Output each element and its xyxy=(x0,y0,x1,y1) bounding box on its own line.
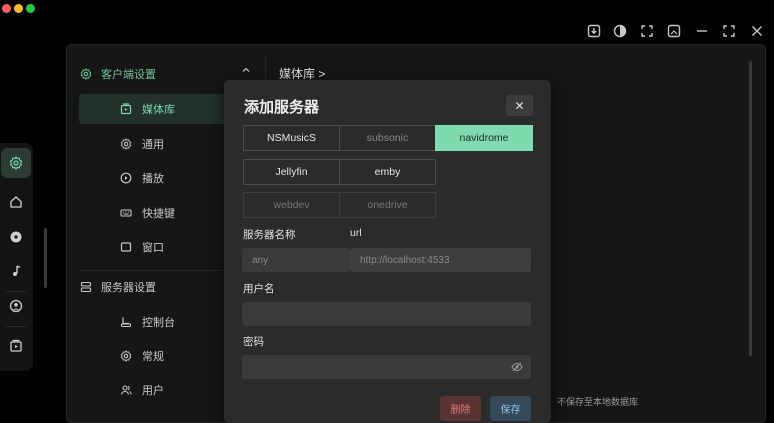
gear-icon xyxy=(79,67,93,81)
close-icon[interactable] xyxy=(748,24,766,42)
window-minimize-dot[interactable] xyxy=(14,4,23,13)
gear-icon xyxy=(119,138,132,151)
nav-item-label: 常规 xyxy=(142,351,164,363)
picture-icon[interactable] xyxy=(665,24,683,42)
maximize-icon[interactable] xyxy=(720,24,738,42)
server-name-placeholder: any xyxy=(252,254,269,266)
url-label: url xyxy=(350,227,362,239)
chevron-up-icon[interactable] xyxy=(241,65,251,78)
rail-disc[interactable] xyxy=(1,222,31,252)
server-type-subsonic[interactable]: subsonic xyxy=(339,125,436,151)
hint-text: 不保存至本地数据库 xyxy=(557,397,639,407)
music-note-icon xyxy=(13,265,21,276)
nav-item-label: 控制台 xyxy=(142,317,175,329)
add-server-dialog: 添加服务器 ✕ NSMusicS subsonic navidrome Jell… xyxy=(224,80,551,423)
console-icon xyxy=(119,316,132,329)
nav-group-client[interactable]: 客户端设置 xyxy=(79,60,156,88)
server-type-jellyfin[interactable]: Jellyfin xyxy=(243,159,340,185)
close-icon: ✕ xyxy=(514,98,525,113)
password-input[interactable] xyxy=(242,355,531,379)
nav-group-label: 客户端设置 xyxy=(101,69,156,81)
nav-item-label: 快捷键 xyxy=(142,208,175,220)
rail-scrollbar[interactable] xyxy=(44,228,47,288)
download-icon[interactable] xyxy=(585,24,603,42)
server-name-label: 服务器名称 xyxy=(243,229,296,241)
server-type-navidrome[interactable]: navidrome xyxy=(435,125,533,151)
password-label: 密码 xyxy=(243,336,264,348)
url-placeholder: http://localhost:4533 xyxy=(360,254,450,266)
eye-icon[interactable] xyxy=(511,361,523,373)
server-name-input[interactable]: any xyxy=(242,248,350,272)
window-close-dot[interactable] xyxy=(2,4,11,13)
server-type-onedrive[interactable]: onedrive xyxy=(339,192,436,218)
server-type-webdev[interactable]: webdev xyxy=(243,192,340,218)
rail-divider xyxy=(6,326,26,327)
window-zoom-dot[interactable] xyxy=(26,4,35,13)
nav-item-label: 播放 xyxy=(142,173,164,185)
nav-item-label: 窗口 xyxy=(142,242,164,254)
rail-home[interactable] xyxy=(1,187,31,217)
playlist-icon xyxy=(10,339,22,352)
nav-item-label: 媒体库 xyxy=(142,104,175,116)
window-icon xyxy=(119,241,132,254)
username-input[interactable] xyxy=(242,302,531,326)
left-rail xyxy=(0,143,33,371)
rail-settings[interactable] xyxy=(1,148,31,178)
fullscreen-icon[interactable] xyxy=(638,24,656,42)
dialog-close-button[interactable]: ✕ xyxy=(506,95,533,116)
users-icon xyxy=(119,384,132,397)
nav-item-label: 用户 xyxy=(142,385,164,397)
disc-icon xyxy=(10,231,22,243)
gear-icon xyxy=(9,156,23,170)
keyboard-icon xyxy=(119,207,132,220)
panel-scrollbar[interactable] xyxy=(749,61,752,356)
minimize-icon[interactable] xyxy=(693,24,711,42)
rail-playlist[interactable] xyxy=(1,331,31,361)
contrast-icon[interactable] xyxy=(611,24,629,42)
nav-group-server[interactable]: 服务器设置 xyxy=(79,273,156,301)
save-button[interactable]: 保存 xyxy=(490,396,531,421)
dialog-title: 添加服务器 xyxy=(244,99,320,116)
url-input[interactable]: http://localhost:4533 xyxy=(350,248,531,272)
library-icon xyxy=(119,103,132,116)
home-icon xyxy=(10,196,22,208)
rail-profile[interactable] xyxy=(1,291,31,321)
server-icon xyxy=(79,280,93,294)
server-type-emby[interactable]: emby xyxy=(339,159,436,185)
nav-group-label: 服务器设置 xyxy=(101,282,156,294)
gear-icon xyxy=(119,350,132,363)
delete-button[interactable]: 删除 xyxy=(440,396,481,421)
play-icon xyxy=(119,172,132,185)
username-label: 用户名 xyxy=(243,283,275,295)
user-circle-icon xyxy=(9,299,23,313)
server-type-nsmusics[interactable]: NSMusicS xyxy=(243,125,340,151)
nav-item-label: 通用 xyxy=(142,139,164,151)
rail-music[interactable] xyxy=(1,256,31,286)
